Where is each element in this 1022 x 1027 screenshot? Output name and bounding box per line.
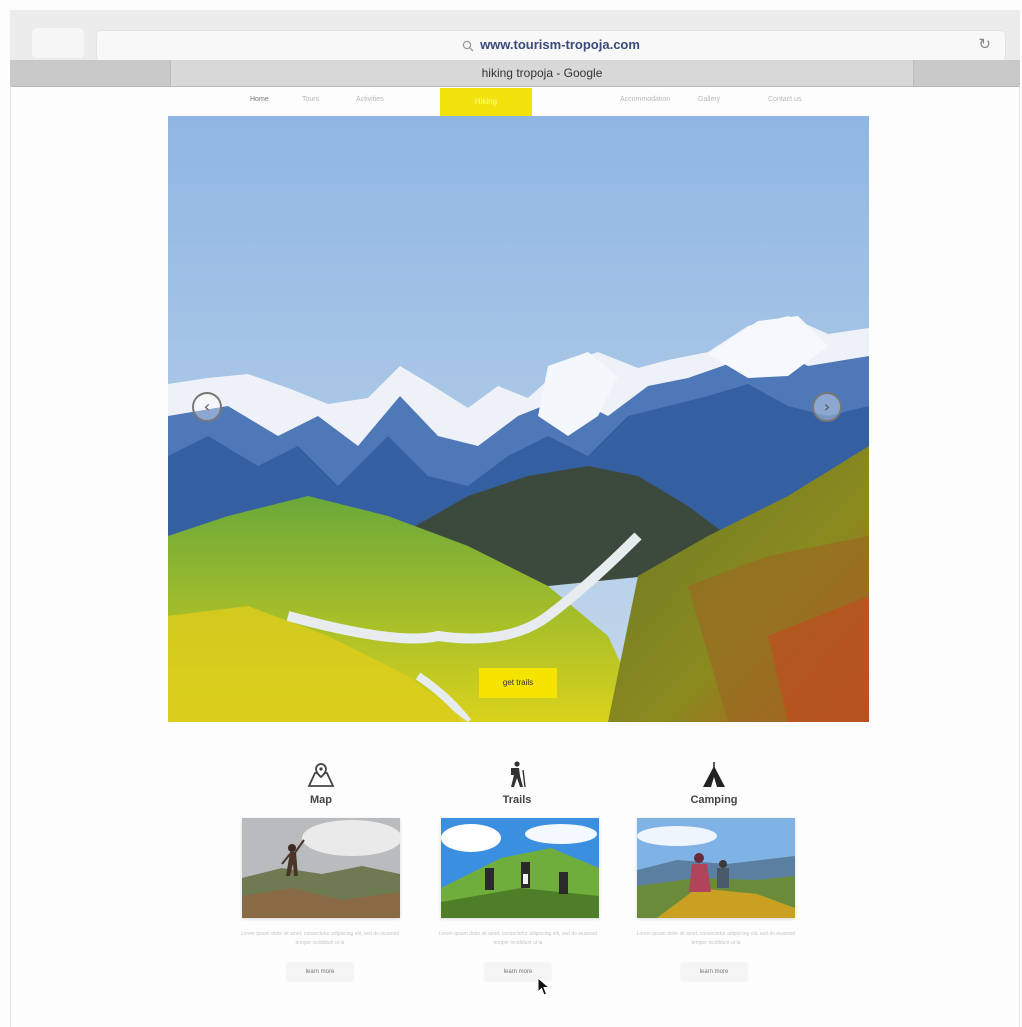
feature-description: Lorem ipsum dolor sit amet, consectetur … xyxy=(636,931,796,946)
address-bar[interactable]: www.tourism-tropoja.com ↻ xyxy=(96,30,1006,62)
map-icon xyxy=(241,760,401,790)
nav-item-gallery[interactable]: Gallery xyxy=(698,96,720,103)
nav-item-home[interactable]: Home xyxy=(250,96,269,103)
get-trails-button[interactable]: get trails xyxy=(479,668,557,698)
site-nav: Home Tours Activities Hiking Accommodati… xyxy=(168,88,868,122)
tab-title: hiking tropoja - Google xyxy=(481,66,603,80)
map-thumbnail-image[interactable] xyxy=(242,818,400,918)
search-icon xyxy=(462,40,474,55)
map-learn-more-button[interactable]: learn more xyxy=(287,963,353,981)
hiker-icon xyxy=(437,760,597,790)
carousel-prev-button[interactable]: ‹ xyxy=(192,392,222,422)
carousel-next-button[interactable]: › xyxy=(812,392,842,422)
tab-bar: hiking tropoja - Google xyxy=(10,60,1020,87)
feature-trails: Trails xyxy=(437,760,597,806)
feature-description: Lorem ipsum dolor sit amet, consectetur … xyxy=(438,931,598,946)
mountain-landscape-image xyxy=(168,116,869,722)
nav-item-contact[interactable]: Contact us xyxy=(768,96,801,103)
feature-map: Map xyxy=(241,760,401,806)
mouse-cursor-icon xyxy=(537,976,551,1002)
nav-item-accommodation[interactable]: Accommodation xyxy=(620,96,670,103)
feature-title: Map xyxy=(310,794,332,806)
feature-title: Trails xyxy=(502,794,532,806)
feature-title: Camping xyxy=(690,794,738,806)
feature-description: Lorem ipsum dolor sit amet, consectetur … xyxy=(240,931,400,946)
nav-item-tours[interactable]: Tours xyxy=(302,96,319,103)
url-text: www.tourism-tropoja.com xyxy=(480,37,640,52)
camping-thumbnail-image[interactable] xyxy=(637,818,795,918)
sidebar-toggle-button[interactable] xyxy=(32,28,84,58)
trails-thumbnail-image[interactable] xyxy=(441,818,599,918)
feature-camping: Camping xyxy=(634,760,794,806)
tab-active[interactable]: hiking tropoja - Google xyxy=(170,60,914,86)
reload-icon[interactable]: ↻ xyxy=(978,35,991,53)
tent-icon xyxy=(634,760,794,790)
hero-carousel: ‹ › get trails xyxy=(168,116,869,722)
browser-toolbar: www.tourism-tropoja.com ↻ xyxy=(10,10,1020,62)
camping-learn-more-button[interactable]: learn more xyxy=(681,963,747,981)
nav-item-activities[interactable]: Activities xyxy=(356,96,384,103)
